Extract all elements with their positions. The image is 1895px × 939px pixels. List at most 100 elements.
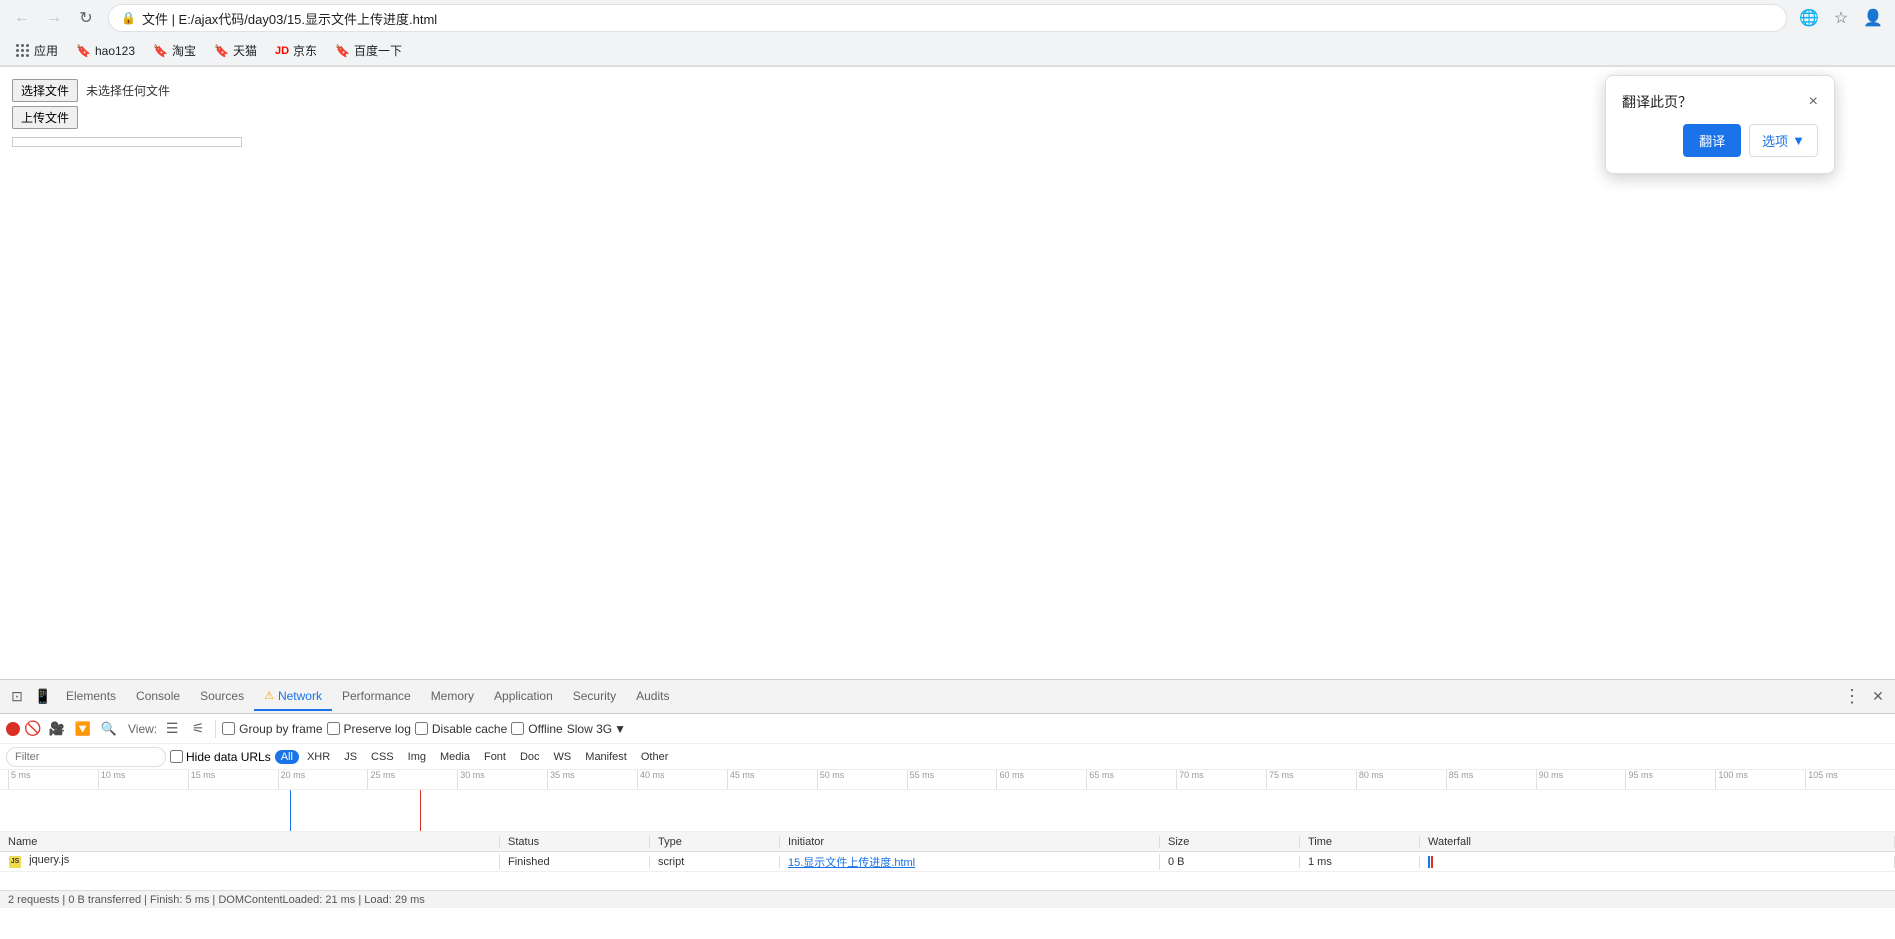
view-label: View: <box>128 722 157 736</box>
view-list-button[interactable]: ☰ <box>161 718 183 740</box>
hide-data-urls-label[interactable]: Hide data URLs <box>170 750 271 764</box>
timeline-body <box>0 790 1895 832</box>
bookmark-icon[interactable]: ☆ <box>1827 4 1855 32</box>
disable-cache-label: Disable cache <box>432 722 507 736</box>
timeline-tick-45ms: 45 ms <box>727 770 817 789</box>
filter-type-xhr[interactable]: XHR <box>301 750 336 764</box>
slow3g-button[interactable]: Slow 3G ▼ <box>567 722 626 736</box>
browser-chrome: ← → ↻ 🔒 文件 | E:/ajax代码/day03/15.显示文件上传进度… <box>0 0 1895 67</box>
tab-performance[interactable]: Performance <box>332 683 421 711</box>
timeline-tick-50ms: 50 ms <box>817 770 907 789</box>
filter-type-css[interactable]: CSS <box>365 750 400 764</box>
forward-button[interactable]: → <box>40 4 68 32</box>
address-bar[interactable]: 🔒 文件 | E:/ajax代码/day03/15.显示文件上传进度.html <box>108 4 1787 32</box>
back-button[interactable]: ← <box>8 4 36 32</box>
tab-console[interactable]: Console <box>126 683 190 711</box>
security-icon: 🔒 <box>121 11 136 25</box>
bookmark-hao123-label: hao123 <box>95 44 135 58</box>
disable-cache-checkbox[interactable] <box>415 722 428 735</box>
file-upload-section: 选择文件 未选择任何文件 上传文件 <box>12 79 1883 147</box>
devtools: ⊡ 📱 Elements Console Sources ⚠ Network P… <box>0 679 1895 939</box>
offline-label: Offline <box>528 722 562 736</box>
translate-popup: 翻译此页？ × 翻译 选项 ▼ <box>1605 75 1835 174</box>
timeline-ruler: 5 ms10 ms15 ms20 ms25 ms30 ms35 ms40 ms4… <box>0 770 1895 790</box>
bookmark-taobao[interactable]: 🔖 淘宝 <box>145 39 204 62</box>
timeline-tick-25ms: 25 ms <box>367 770 457 789</box>
choose-file-button[interactable]: 选择文件 <box>12 79 78 102</box>
upload-button[interactable]: 上传文件 <box>12 106 78 129</box>
devtools-inspect-icon[interactable]: ⊡ <box>4 684 30 710</box>
header-waterfall: Waterfall <box>1420 836 1895 848</box>
network-table-header: Name Status Type Initiator Size Time Wat… <box>0 832 1895 852</box>
tab-audits[interactable]: Audits <box>626 683 679 711</box>
group-by-frame-checkbox[interactable] <box>222 722 235 735</box>
reload-button[interactable]: ↻ <box>72 4 100 32</box>
options-chevron-icon: ▼ <box>1792 133 1805 148</box>
translate-button[interactable]: 翻译 <box>1683 124 1741 157</box>
filter-type-ws[interactable]: WS <box>548 750 578 764</box>
js-file-icon: JS <box>8 855 22 869</box>
bookmark-jd[interactable]: JD 京东 <box>267 39 325 62</box>
camera-icon-button[interactable]: 🎥 <box>46 718 68 740</box>
devtools-device-icon[interactable]: 📱 <box>30 684 56 710</box>
translate-icon[interactable]: 🌐 <box>1795 4 1823 32</box>
clear-button[interactable]: 🚫 <box>24 720 42 738</box>
filter-icon-button[interactable]: 🔽 <box>72 718 94 740</box>
translate-popup-header: 翻译此页？ × <box>1622 92 1818 112</box>
timeline-red-line <box>420 790 421 832</box>
bookmark-hao123[interactable]: 🔖 hao123 <box>68 41 143 61</box>
profile-icon[interactable]: 👤 <box>1859 4 1887 32</box>
filter-type-other[interactable]: Other <box>635 750 675 764</box>
devtools-more-menu[interactable]: ⋮ <box>1839 684 1865 710</box>
bookmark-apps[interactable]: 应用 <box>8 39 66 62</box>
tab-network-label: Network <box>278 689 322 703</box>
tab-network[interactable]: ⚠ Network <box>254 683 332 711</box>
view-large-button[interactable]: ⚟ <box>187 718 209 740</box>
offline-checkbox-label[interactable]: Offline <box>511 722 562 736</box>
filter-type-manifest[interactable]: Manifest <box>579 750 633 764</box>
progress-bar <box>12 137 242 147</box>
tab-sources[interactable]: Sources <box>190 683 254 711</box>
filter-bar: Hide data URLs AllXHRJSCSSImgMediaFontDo… <box>0 744 1895 770</box>
header-name: Name <box>0 836 500 848</box>
filter-input[interactable] <box>6 747 166 767</box>
hide-data-urls-checkbox[interactable] <box>170 750 183 763</box>
row-waterfall <box>1420 856 1895 868</box>
disable-cache-checkbox-label[interactable]: Disable cache <box>415 722 507 736</box>
group-by-frame-checkbox-label[interactable]: Group by frame <box>222 722 322 736</box>
filter-type-media[interactable]: Media <box>434 750 476 764</box>
tab-application[interactable]: Application <box>484 683 563 711</box>
devtools-close-button[interactable]: ✕ <box>1865 684 1891 710</box>
bookmark-tianmao-icon: 🔖 <box>214 44 229 58</box>
table-row[interactable]: JS jquery.js Finished script 15.显示文件上传进度… <box>0 852 1895 872</box>
options-button[interactable]: 选项 ▼ <box>1749 124 1818 157</box>
options-label: 选项 <box>1762 131 1788 150</box>
waterfall-bar-blue <box>1428 856 1430 868</box>
filter-type-img[interactable]: Img <box>402 750 432 764</box>
preserve-log-checkbox[interactable] <box>327 722 340 735</box>
preserve-log-checkbox-label[interactable]: Preserve log <box>327 722 411 736</box>
row-size: 0 B <box>1160 856 1300 868</box>
tab-elements[interactable]: Elements <box>56 683 126 711</box>
translate-close-button[interactable]: × <box>1809 94 1818 110</box>
header-time: Time <box>1300 836 1420 848</box>
file-input-row: 选择文件 未选择任何文件 <box>12 79 1883 102</box>
title-bar: ← → ↻ 🔒 文件 | E:/ajax代码/day03/15.显示文件上传进度… <box>0 0 1895 36</box>
header-initiator: Initiator <box>780 836 1160 848</box>
filter-type-font[interactable]: Font <box>478 750 512 764</box>
filter-type-all[interactable]: All <box>275 750 299 764</box>
timeline-tick-90ms: 90 ms <box>1536 770 1626 789</box>
timeline-tick-100ms: 100 ms <box>1715 770 1805 789</box>
bookmark-baidu[interactable]: 🔖 百度一下 <box>327 39 410 62</box>
offline-checkbox[interactable] <box>511 722 524 735</box>
timeline-tick-35ms: 35 ms <box>547 770 637 789</box>
timeline-tick-70ms: 70 ms <box>1176 770 1266 789</box>
bookmark-tianmao[interactable]: 🔖 天猫 <box>206 39 265 62</box>
tab-security[interactable]: Security <box>563 683 626 711</box>
timeline-tick-20ms: 20 ms <box>278 770 368 789</box>
search-icon-button[interactable]: 🔍 <box>98 718 120 740</box>
tab-memory[interactable]: Memory <box>421 683 484 711</box>
record-button[interactable] <box>6 722 20 736</box>
filter-type-js[interactable]: JS <box>338 750 363 764</box>
filter-type-doc[interactable]: Doc <box>514 750 546 764</box>
